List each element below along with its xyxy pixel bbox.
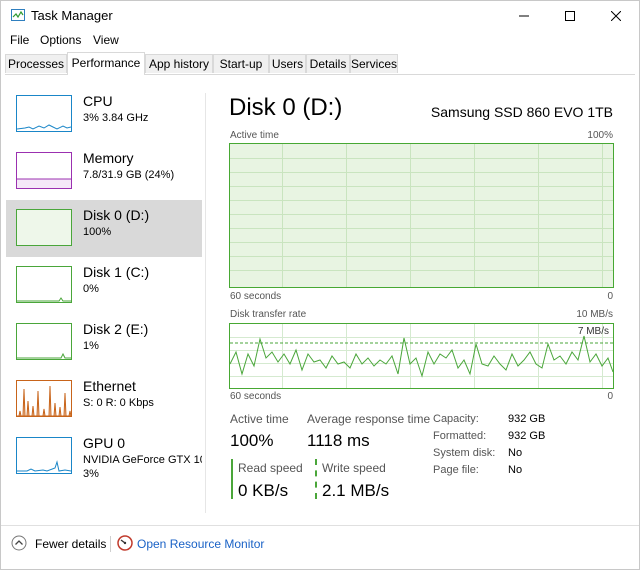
tab-details[interactable]: Details: [306, 54, 350, 73]
sidebar-item-value: 3%: [83, 468, 99, 480]
read-speed-label: Read speed: [238, 461, 303, 475]
menu-bar: File Options View: [1, 31, 639, 49]
sidebar-item-gpu-model: NVIDIA GeForce GTX 108: [83, 454, 202, 466]
gpu-thumbnail-graph: [16, 437, 72, 474]
active-time-stat-label: Active time: [230, 412, 289, 426]
memory-thumbnail-graph: [16, 152, 72, 189]
ethernet-sparkline: [17, 385, 71, 416]
performance-sidebar: CPU 3% 3.84 GHz Memory 7.8/31.9 GB (24%)…: [6, 86, 202, 513]
disk1-sparkline: [17, 297, 71, 302]
page-title: Disk 0 (D:): [229, 94, 343, 121]
sidebar-item-value: 100%: [83, 226, 112, 238]
tab-app-history[interactable]: App history: [145, 54, 213, 73]
open-resource-monitor-link[interactable]: Open Resource Monitor: [137, 537, 264, 551]
active-time-min-label: 0: [607, 291, 613, 302]
system-disk-label: System disk:: [433, 447, 496, 459]
maximize-icon: [565, 11, 575, 21]
title-bar[interactable]: Task Manager: [1, 1, 639, 31]
formatted-label: Formatted:: [433, 430, 487, 442]
tab-services[interactable]: Services: [350, 54, 398, 73]
disk2-sparkline: [17, 352, 71, 359]
transfer-rate-inner-label: 7 MB/s: [577, 326, 609, 337]
sidebar-item-value: 1%: [83, 340, 99, 352]
chevron-up-icon[interactable]: [11, 535, 27, 551]
transfer-rate-time-label: 60 seconds: [230, 391, 282, 402]
cpu-thumbnail-graph: [16, 95, 72, 132]
window-title: Task Manager: [31, 8, 113, 23]
maximize-button[interactable]: [547, 1, 593, 31]
tab-processes[interactable]: Processes: [5, 54, 67, 73]
active-time-graph: [229, 143, 614, 288]
capacity-value: 932 GB: [508, 413, 546, 425]
tab-start-up[interactable]: Start-up: [213, 54, 269, 73]
formatted-value: 932 GB: [508, 430, 546, 442]
sidebar-item-name: Disk 1 (C:): [83, 264, 150, 280]
transfer-rate-graph-label: Disk transfer rate: [230, 309, 307, 320]
avg-response-value: 1118 ms: [307, 431, 370, 450]
close-icon: [611, 11, 621, 21]
active-time-graph-label: Active time: [230, 130, 279, 141]
sidebar-item-name: Ethernet: [83, 378, 136, 394]
sidebar-item-cpu[interactable]: CPU 3% 3.84 GHz: [6, 86, 202, 143]
disk1-thumbnail-graph: [16, 266, 72, 303]
footer-divider: [110, 536, 111, 552]
sidebar-item-disk-1[interactable]: Disk 1 (C:) 0%: [6, 257, 202, 314]
tab-users[interactable]: Users: [269, 54, 306, 73]
sidebar-item-disk-2[interactable]: Disk 2 (E:) 1%: [6, 314, 202, 371]
active-time-max-label: 100%: [587, 130, 613, 141]
system-disk-value: No: [508, 447, 523, 459]
task-manager-window: Task Manager File Options View Processes…: [0, 0, 640, 570]
sidebar-item-gpu[interactable]: GPU 0 NVIDIA GeForce GTX 108 3%: [6, 428, 202, 485]
sidebar-item-memory[interactable]: Memory 7.8/31.9 GB (24%): [6, 143, 202, 200]
cpu-sparkline: [17, 124, 71, 130]
sidebar-item-value: 7.8/31.9 GB (24%): [83, 169, 175, 181]
footer-bar: Fewer details Open Resource Monitor: [1, 525, 639, 562]
menu-options[interactable]: Options: [40, 33, 81, 47]
write-speed-indicator: [315, 459, 317, 499]
avg-response-label: Average response time: [307, 412, 431, 426]
resource-monitor-icon[interactable]: [117, 535, 133, 551]
minimize-icon: [519, 15, 529, 17]
sidebar-item-name: GPU 0: [83, 435, 126, 451]
sidebar-item-value: 3% 3.84 GHz: [83, 112, 149, 124]
sidebar-item-name: CPU: [83, 93, 113, 109]
menu-view[interactable]: View: [93, 33, 119, 47]
minimize-button[interactable]: [501, 1, 547, 31]
sidebar-item-name: Disk 2 (E:): [83, 321, 149, 337]
fewer-details-button[interactable]: Fewer details: [35, 537, 106, 551]
ethernet-thumbnail-graph: [16, 380, 72, 417]
page-file-label: Page file:: [433, 464, 479, 476]
disk2-thumbnail-graph: [16, 323, 72, 360]
menu-file[interactable]: File: [10, 33, 29, 47]
close-button[interactable]: [593, 1, 639, 31]
sidebar-item-value: 0%: [83, 283, 99, 295]
write-speed-value: 2.1 MB/s: [322, 481, 390, 500]
read-speed-indicator: [231, 459, 233, 499]
active-time-time-label: 60 seconds: [230, 291, 282, 302]
sidebar-item-name: Memory: [83, 150, 134, 166]
write-speed-label: Write speed: [322, 461, 386, 475]
sidebar-divider: [205, 93, 206, 513]
capacity-label: Capacity:: [433, 413, 479, 425]
active-time-stat-value: 100%: [230, 431, 274, 450]
sidebar-item-name: Disk 0 (D:): [83, 207, 150, 223]
task-manager-app-icon: [11, 9, 25, 21]
disk0-thumbnail-graph: [16, 209, 72, 246]
sidebar-item-ethernet[interactable]: Ethernet S: 0 R: 0 Kbps: [6, 371, 202, 428]
transfer-rate-chart: [229, 324, 614, 388]
transfer-rate-min-label: 0: [607, 391, 613, 402]
tab-strip: Processes Performance App history Start-…: [5, 52, 635, 75]
transfer-rate-graph: 7 MB/s: [229, 323, 614, 389]
sidebar-item-value: S: 0 R: 0 Kbps: [83, 397, 154, 409]
transfer-rate-max-label: 10 MB/s: [576, 309, 613, 320]
memory-sparkline: [17, 178, 71, 188]
tab-performance[interactable]: Performance: [67, 52, 145, 75]
read-speed-value: 0 KB/s: [238, 481, 289, 500]
disk-model: Samsung SSD 860 EVO 1TB: [430, 104, 613, 120]
gpu-sparkline: [17, 460, 71, 472]
page-file-value: No: [508, 464, 523, 476]
sidebar-item-disk-0[interactable]: Disk 0 (D:) 100%: [6, 200, 202, 257]
active-time-grid: [230, 144, 613, 287]
